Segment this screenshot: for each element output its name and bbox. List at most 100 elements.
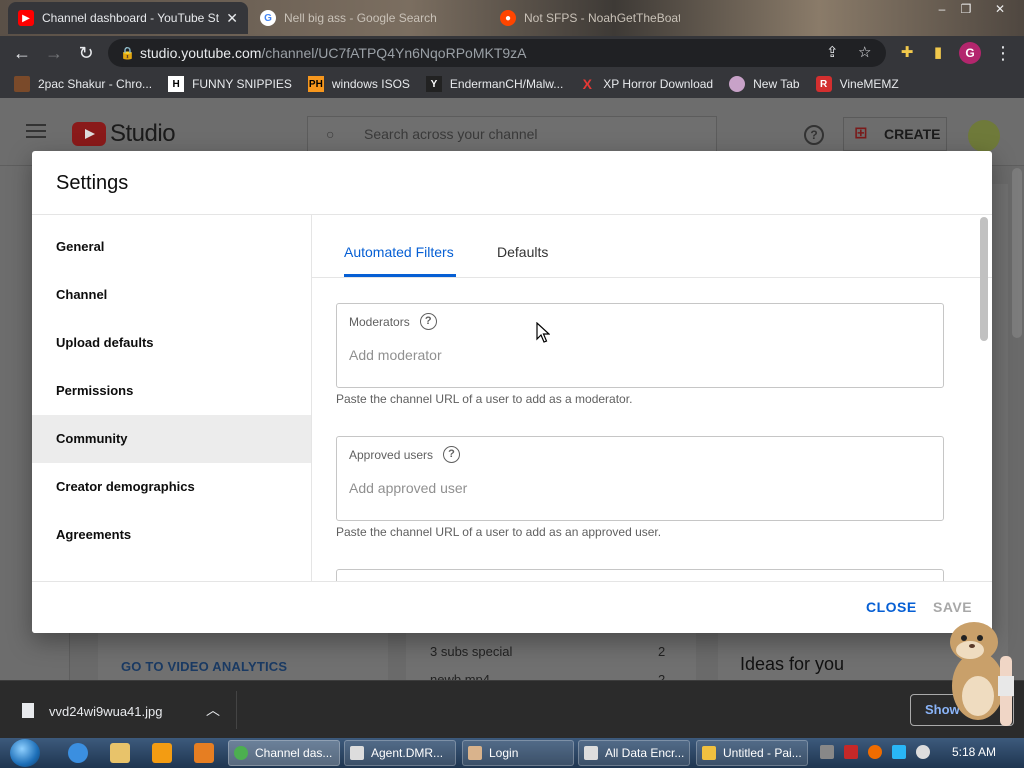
lock-icon: 🔒	[120, 46, 135, 60]
help-question-icon[interactable]: ?	[443, 446, 461, 463]
browser-tab-reddit[interactable]: ● Not SFPS - NoahGetTheBoat	[490, 2, 690, 34]
bookmark-label: windows ISOS	[331, 77, 410, 91]
save-button[interactable]: SAVE	[933, 599, 972, 615]
moderators-helper-text: Paste the channel URL of a user to add a…	[336, 392, 633, 406]
settings-dialog-header: Settings	[32, 151, 992, 215]
bookmark-label: FUNNY SNIPPIES	[192, 77, 292, 91]
moderators-label-row: Moderators ?	[349, 313, 437, 330]
tray-volume-icon[interactable]	[916, 745, 930, 759]
tray-network-icon[interactable]	[892, 745, 906, 759]
taskbar-task-all-data[interactable]: All Data Encr...	[578, 740, 690, 766]
tab-defaults[interactable]: Defaults	[497, 244, 548, 260]
bookmark-star-icon[interactable]: ☆	[858, 39, 871, 67]
settings-scrollbar[interactable]	[980, 217, 988, 341]
browser-tab-strip: ▶ Channel dashboard - YouTube St ✕ G Nel…	[0, 0, 1024, 36]
blocked-words-field[interactable]	[336, 569, 944, 581]
video-row-title: 3 subs special	[430, 644, 513, 659]
url-path: /channel/UC7fATPQ4Yn6NqoRPoMKT9zA	[261, 45, 527, 61]
taskbar-task-agent[interactable]: Agent.DMR...	[344, 740, 456, 766]
x-bookmark-icon: X	[582, 76, 592, 92]
help-icon[interactable]: ?	[804, 125, 824, 145]
file-icon	[22, 703, 34, 718]
settings-nav-permissions[interactable]: Permissions	[32, 367, 311, 415]
task-label: Login	[489, 746, 519, 760]
browser-tab-label: Not SFPS - NoahGetTheBoat	[524, 11, 680, 25]
back-arrow-icon[interactable]: ←	[10, 41, 34, 65]
mouse-pointer-icon	[536, 322, 550, 343]
media-player-icon[interactable]	[152, 743, 172, 763]
profile-avatar[interactable]: G	[959, 42, 981, 64]
paint-app-icon[interactable]	[194, 743, 214, 763]
internet-explorer-icon[interactable]	[68, 743, 88, 763]
task-label: Channel das...	[255, 746, 333, 760]
file-explorer-icon[interactable]	[110, 743, 130, 763]
download-filename[interactable]: vvd24wi9wua41.jpg	[49, 704, 162, 719]
start-button-icon[interactable]	[10, 739, 40, 767]
close-window-icon[interactable]: ✕	[988, 0, 1012, 20]
bookmark-endermanch[interactable]: Y EndermanCH/Malw...	[425, 76, 563, 92]
settings-nav-community[interactable]: Community	[32, 415, 311, 463]
minimize-window-icon[interactable]: –	[930, 0, 954, 20]
browser-tab-label: Nell big ass - Google Search	[284, 11, 437, 25]
settings-nav-agreements[interactable]: Agreements	[32, 511, 311, 559]
video-row-value: 2	[658, 644, 666, 659]
reddit-favicon-icon: ●	[500, 10, 516, 26]
extensions-icon[interactable]: ✚	[895, 41, 919, 65]
studio-search-input[interactable]: ○ Search across your channel	[307, 116, 717, 152]
chrome-menu-icon[interactable]: ⋮	[991, 41, 1015, 65]
bookmark-new-tab[interactable]: New Tab	[729, 76, 800, 92]
bookmark-windows-isos[interactable]: PH windows ISOS	[307, 76, 410, 92]
community-tabs: Automated Filters Defaults	[312, 215, 992, 278]
settings-nav-general[interactable]: General	[32, 223, 311, 271]
tray-antivirus-icon[interactable]	[844, 745, 858, 759]
task-label: All Data Encr...	[605, 746, 685, 760]
browser-tab-google-search[interactable]: G Nell big ass - Google Search	[250, 2, 486, 34]
forward-arrow-icon[interactable]: →	[42, 41, 66, 65]
settings-dialog: Settings General Channel Upload defaults…	[32, 151, 992, 633]
settings-nav-upload-defaults[interactable]: Upload defaults	[32, 319, 311, 367]
chevron-up-icon[interactable]: ︿	[206, 700, 220, 720]
address-bar[interactable]: 🔒 studio.youtube.com/channel/UC7fATPQ4Yn…	[108, 39, 886, 67]
yp-bookmark-icon: Y	[425, 76, 442, 92]
divider	[236, 691, 237, 729]
bookmark-2pac[interactable]: 2pac Shakur - Chro...	[14, 76, 152, 92]
bookmark-vinememz[interactable]: R VineMEMZ	[815, 76, 899, 92]
ideas-for-you-heading: Ideas for you	[740, 654, 845, 674]
taskbar-task-chrome[interactable]: Channel das...	[228, 740, 340, 766]
close-button[interactable]: CLOSE	[866, 599, 917, 615]
add-approved-user-input[interactable]	[349, 480, 929, 496]
taskbar-clock[interactable]: 5:18 AM	[952, 745, 996, 759]
video-row-value: 2	[658, 672, 666, 680]
taskbar-task-paint[interactable]: Untitled - Pai...	[696, 740, 808, 766]
share-icon[interactable]: ⇪	[826, 39, 839, 67]
go-to-video-analytics-link[interactable]: GO TO VIDEO ANALYTICS	[121, 659, 287, 674]
studio-logo-text: Studio	[110, 120, 176, 147]
globe-bookmark-icon	[729, 76, 746, 92]
moderators-field[interactable]: Moderators ?	[336, 303, 944, 388]
settings-nav-channel[interactable]: Channel	[32, 271, 311, 319]
approved-users-field[interactable]: Approved users ?	[336, 436, 944, 521]
task-label: Agent.DMR...	[371, 746, 444, 760]
settings-content: Automated Filters Defaults Moderators ? …	[312, 215, 992, 581]
taskbar-task-login[interactable]: Login	[462, 740, 574, 766]
tab-automated-filters[interactable]: Automated Filters	[344, 244, 454, 260]
page-scrollbar[interactable]	[1012, 168, 1022, 338]
bookmark-funny-snippies[interactable]: H FUNNY SNIPPIES	[168, 76, 292, 92]
channel-avatar[interactable]	[968, 120, 1000, 152]
menu-hamburger-icon[interactable]	[26, 124, 46, 138]
create-button[interactable]: ⊞ CREATE	[843, 117, 947, 151]
help-question-icon[interactable]: ?	[419, 313, 437, 330]
side-panel-icon[interactable]: ▮	[926, 41, 950, 65]
maximize-window-icon[interactable]: ❐	[954, 0, 978, 20]
tray-search-icon[interactable]	[868, 745, 882, 759]
add-moderator-input[interactable]	[349, 347, 929, 363]
browser-tab-youtube-studio[interactable]: ▶ Channel dashboard - YouTube St ✕	[8, 2, 248, 34]
youtube-logo-icon	[72, 122, 106, 146]
settings-sidebar: General Channel Upload defaults Permissi…	[32, 215, 312, 581]
close-tab-icon[interactable]: ✕	[220, 10, 238, 27]
bookmark-xp-horror[interactable]: X XP Horror Download	[579, 76, 714, 92]
tray-app-icon[interactable]	[820, 745, 834, 759]
reload-icon[interactable]: ↻	[74, 41, 98, 65]
settings-nav-creator-demographics[interactable]: Creator demographics	[32, 463, 311, 511]
bookmark-label: VineMEMZ	[839, 77, 899, 91]
